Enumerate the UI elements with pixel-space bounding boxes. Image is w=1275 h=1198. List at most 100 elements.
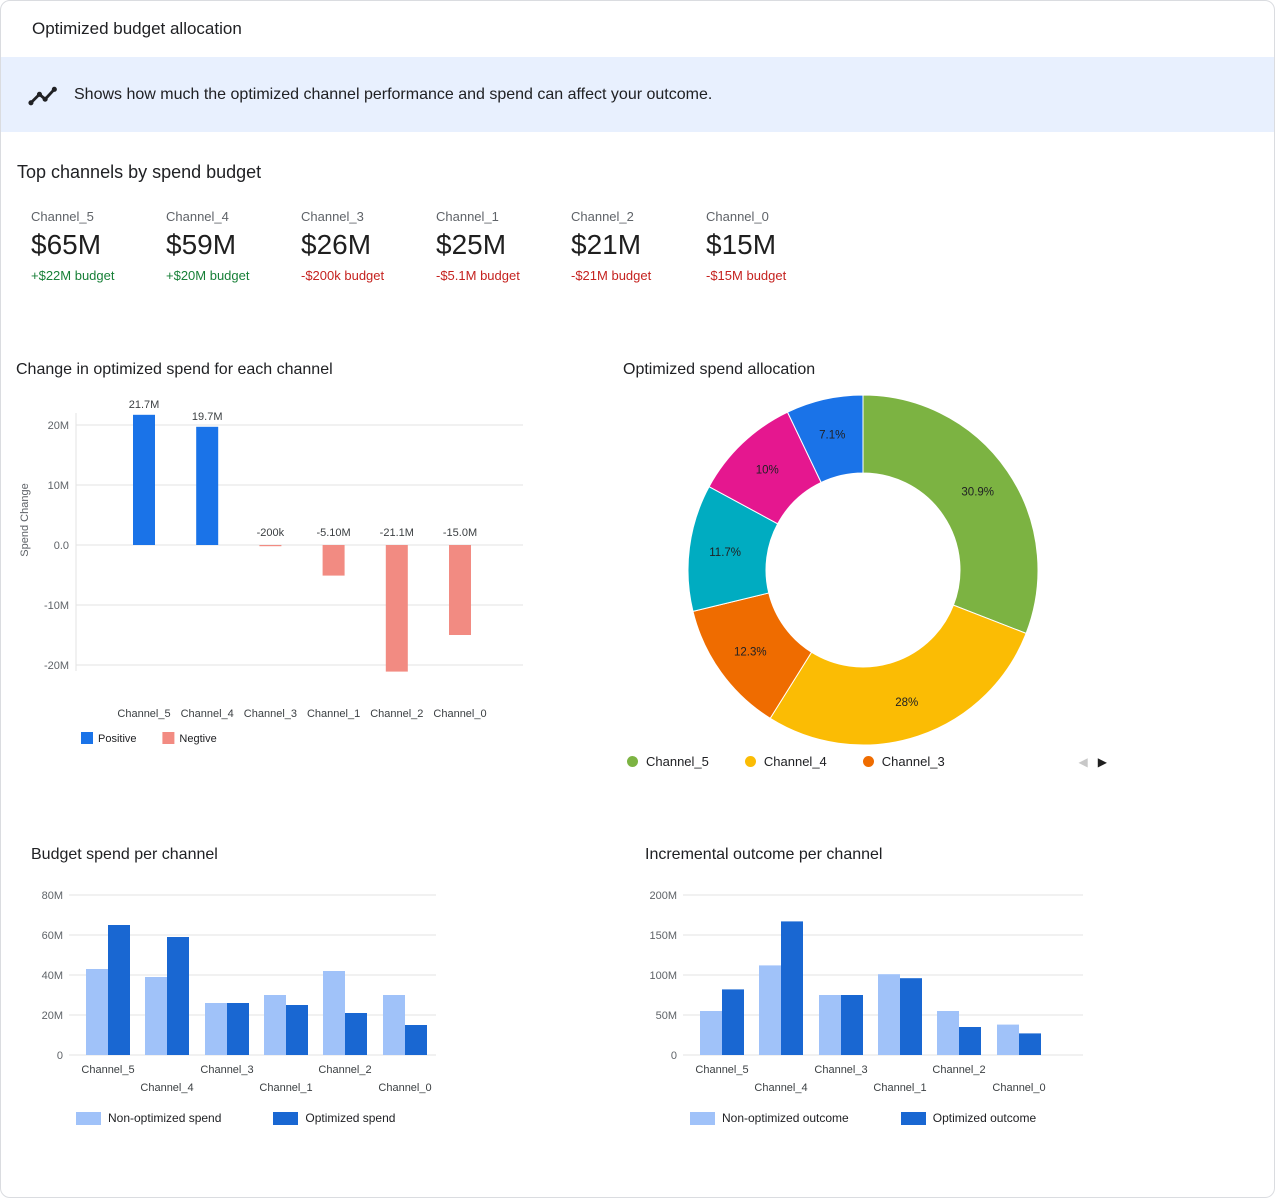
- bar-legend-item: Non-optimized outcome: [690, 1111, 849, 1125]
- incremental-outcome-chart: Incremental outcome per channel 050M100M…: [645, 846, 1090, 1125]
- slice-percent-label: 12.3%: [734, 646, 767, 658]
- bar-non-optimized-outcome: [819, 995, 841, 1055]
- legend-next-button[interactable]: ▶: [1098, 756, 1107, 768]
- x-axis-label: Channel_5: [117, 708, 170, 720]
- y-tick-label: -10M: [44, 600, 69, 612]
- legend-label: Optimized spend: [305, 1111, 395, 1125]
- slice-percent-label: 28%: [895, 697, 918, 709]
- x-axis-label: Channel_1: [873, 1082, 926, 1094]
- channel-name: Channel_0: [706, 209, 841, 224]
- legend-label: Channel_4: [764, 754, 827, 769]
- channel-budget-delta: -$5.1M budget: [436, 268, 571, 283]
- banner-text: Shows how much the optimized channel per…: [74, 86, 712, 104]
- channel-budget-delta: -$15M budget: [706, 268, 841, 283]
- legend-label: Channel_5: [646, 754, 709, 769]
- channel-spend-value: $65M: [31, 229, 166, 261]
- y-tick-label: -20M: [44, 660, 69, 672]
- legend-label: Negtive: [179, 733, 216, 745]
- legend-color-swatch: [76, 1112, 101, 1125]
- slice-percent-label: 11.7%: [709, 547, 741, 559]
- bar-non-optimized-outcome: [878, 974, 900, 1055]
- spend-change-title: Change in optimized spend for each chann…: [16, 361, 561, 379]
- legend-color-dot: [863, 756, 874, 767]
- spend-change-chart: Change in optimized spend for each chann…: [16, 361, 561, 756]
- channel-spend-value: $15M: [706, 229, 841, 261]
- titlebar: Optimized budget allocation: [1, 1, 1274, 57]
- x-axis-label: Channel_4: [754, 1082, 807, 1094]
- y-axis-title: Spend Change: [19, 483, 31, 556]
- legend-label: Optimized outcome: [933, 1111, 1036, 1125]
- x-axis-label: Channel_2: [932, 1064, 985, 1076]
- donut-legend-item: Channel_5: [627, 754, 709, 769]
- bar-negative: [386, 545, 408, 672]
- insights-icon: [26, 78, 60, 112]
- y-tick-label: 0: [671, 1050, 677, 1062]
- legend-prev-button[interactable]: ◀: [1079, 756, 1088, 768]
- channel-card: Channel_1 $25M -$5.1M budget: [436, 209, 571, 283]
- x-axis-label: Channel_1: [259, 1082, 312, 1094]
- x-axis-label: Channel_5: [695, 1064, 748, 1076]
- y-tick-label: 0.0: [54, 540, 69, 552]
- channel-budget-delta: -$200k budget: [301, 268, 436, 283]
- donut-svg: 30.9%28%12.3%11.7%10%7.1%: [623, 388, 1113, 750]
- x-axis-label: Channel_0: [378, 1082, 431, 1094]
- page-title: Optimized budget allocation: [32, 19, 242, 39]
- budget-spend-svg: 020M40M60M80MChannel_5Channel_4Channel_3…: [31, 882, 476, 1097]
- top-channels-heading: Top channels by spend budget: [17, 162, 261, 183]
- spend-change-svg: 20M10M0.0-10M-20MSpend Change21.7MChanne…: [16, 388, 561, 756]
- y-tick-label: 20M: [42, 1010, 63, 1022]
- bar-optimized-spend: [405, 1025, 427, 1055]
- x-axis-label: Channel_3: [814, 1064, 867, 1076]
- legend-swatch: [81, 732, 93, 744]
- bar-optimized-outcome: [959, 1027, 981, 1055]
- legend-label: Non-optimized outcome: [722, 1111, 849, 1125]
- bar-non-optimized-spend: [145, 977, 167, 1055]
- channel-card: Channel_3$26M-$200k budget: [301, 209, 436, 283]
- legend-pagination: ◀▶: [1079, 756, 1113, 768]
- budget-spend-chart: Budget spend per channel 020M40M60M80MCh…: [31, 846, 476, 1125]
- bar-non-optimized-spend: [323, 971, 345, 1055]
- channel-name: Channel_2: [571, 209, 706, 224]
- x-axis-label: Channel_5: [81, 1064, 134, 1076]
- bar-non-optimized-spend: [205, 1003, 227, 1055]
- bar-optimized-spend: [227, 1003, 249, 1055]
- y-tick-label: 10M: [48, 480, 69, 492]
- incremental-outcome-svg: 050M100M150M200MChannel_5Channel_4Channe…: [645, 882, 1090, 1097]
- x-axis-label: Channel_1: [307, 708, 360, 720]
- incremental-outcome-legend: Non-optimized outcome Optimized outcome: [645, 1111, 1090, 1125]
- bar-optimized-outcome: [841, 995, 863, 1055]
- y-tick-label: 80M: [42, 890, 63, 902]
- channel-name: Channel_1: [436, 209, 571, 224]
- bar-non-optimized-outcome: [997, 1025, 1019, 1055]
- slice-percent-label: 10%: [756, 464, 779, 476]
- legend-label: Channel_3: [882, 754, 945, 769]
- channel-name: Channel_4: [166, 209, 301, 224]
- bar-negative: [259, 545, 281, 546]
- channel-budget-delta: -$21M budget: [571, 268, 706, 283]
- bar-legend-item: Non-optimized spend: [76, 1111, 221, 1125]
- x-axis-label: Channel_0: [992, 1082, 1045, 1094]
- bar-value-label: -200k: [257, 527, 285, 539]
- y-tick-label: 100M: [649, 970, 677, 982]
- legend-swatch: [162, 732, 174, 744]
- bar-negative: [323, 545, 345, 576]
- bar-value-label: -15.0M: [443, 527, 477, 539]
- bar-optimized-outcome: [900, 978, 922, 1055]
- legend-label: Non-optimized spend: [108, 1111, 221, 1125]
- bar-value-label: 19.7M: [192, 411, 223, 423]
- channel-name: Channel_5: [31, 209, 166, 224]
- channel-spend-value: $25M: [436, 229, 571, 261]
- x-axis-label: Channel_3: [200, 1064, 253, 1076]
- y-tick-label: 50M: [656, 1010, 677, 1022]
- bar-optimized-outcome: [1019, 1033, 1041, 1055]
- x-axis-label: Channel_4: [140, 1082, 193, 1094]
- channel-card: Channel_4$59M+$20M budget: [166, 209, 301, 283]
- bar-legend-item: Optimized outcome: [901, 1111, 1036, 1125]
- donut-slice-Channel_4: [770, 605, 1026, 745]
- channel-spend-value: $21M: [571, 229, 706, 261]
- donut-slice-Channel_5: [863, 395, 1038, 633]
- bar-optimized-spend: [167, 937, 189, 1055]
- legend-color-dot: [627, 756, 638, 767]
- legend-color-swatch: [690, 1112, 715, 1125]
- donut-legend-item: Channel_3: [863, 754, 945, 769]
